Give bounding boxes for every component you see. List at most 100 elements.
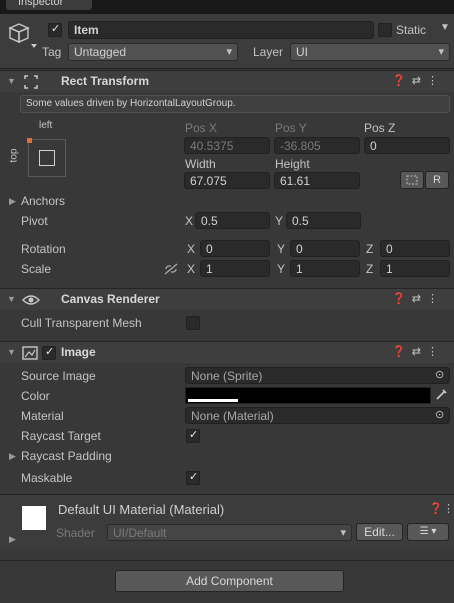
help-icon[interactable]: ❓	[429, 502, 443, 515]
rot-x-axis-label: X	[187, 242, 196, 256]
pivot-label: Pivot	[21, 214, 48, 228]
cull-transparent-mesh-label: Cull Transparent Mesh	[21, 316, 142, 330]
tag-label: Tag	[42, 45, 62, 59]
pos-z-input[interactable]: 0	[364, 137, 450, 154]
height-label: Height	[275, 157, 310, 171]
maskable-label: Maskable	[21, 471, 73, 485]
rect-transform-icon	[24, 75, 38, 89]
material-title: Default UI Material (Material)	[58, 502, 225, 517]
height-input[interactable]: 61.61	[274, 172, 360, 189]
divider	[0, 560, 454, 561]
pos-y-label: Pos Y	[275, 121, 307, 135]
layer-label: Layer	[253, 45, 284, 59]
layer-dropdown[interactable]: UI	[290, 43, 450, 61]
menu-icon[interactable]: ⋮	[443, 502, 454, 515]
pivot-y-input[interactable]: 0.5	[286, 212, 361, 229]
add-component-button[interactable]: Add Component	[115, 570, 344, 592]
rot-y-axis-label: Y	[277, 242, 286, 256]
anchor-preset-button[interactable]	[27, 138, 66, 177]
pos-z-label: Pos Z	[364, 121, 396, 135]
driven-notice: Some values driven by HorizontalLayoutGr…	[20, 95, 450, 113]
rotation-y-input[interactable]: 0	[290, 240, 360, 257]
material-section: ▶ Default UI Material (Material) ❓ ⋮ Sha…	[0, 495, 454, 549]
pivot-x-axis-label: X	[185, 214, 194, 228]
anchors-foldout-arrow-icon[interactable]: ▶	[9, 196, 16, 207]
rotation-z-input[interactable]: 0	[380, 240, 450, 257]
tab-label: Inspector	[18, 0, 64, 8]
scale-y-axis-label: Y	[277, 262, 286, 276]
scale-x-input[interactable]: 1	[200, 260, 270, 277]
pos-x-label: Pos X	[185, 121, 218, 135]
static-label: Static	[396, 23, 427, 37]
cull-transparent-mesh-checkbox[interactable]	[186, 316, 200, 330]
image-enabled-checkbox[interactable]	[42, 345, 56, 360]
component-menu-icons[interactable]: ❓⇄⋮	[392, 292, 444, 305]
window-tab-bar: Inspector	[0, 0, 454, 14]
width-label: Width	[185, 157, 216, 171]
width-input[interactable]: 67.075	[184, 172, 270, 189]
anchors-label[interactable]: Anchors	[21, 194, 65, 208]
raycast-target-label: Raycast Target	[21, 429, 101, 443]
pivot-x-input[interactable]: 0.5	[195, 212, 270, 229]
collapse-arrow-icon[interactable]: ▼	[7, 347, 16, 357]
rotation-label: Rotation	[21, 242, 66, 256]
pos-x-input[interactable]: 40.5375	[184, 137, 270, 154]
raycast-padding-label[interactable]: Raycast Padding	[21, 449, 112, 463]
component-menu-icons[interactable]: ❓⇄⋮	[392, 74, 444, 87]
blueprint-icon	[406, 175, 418, 185]
color-label: Color	[21, 389, 50, 403]
static-dropdown-icon[interactable]: ▼	[440, 22, 450, 33]
scale-label: Scale	[21, 262, 52, 276]
object-picker-icon[interactable]: ⊙	[435, 408, 444, 421]
pivot-y-axis-label: Y	[275, 214, 284, 228]
constrain-proportions-icon[interactable]	[164, 263, 178, 275]
raycast-target-checkbox[interactable]	[186, 428, 200, 443]
gameobject-cube-icon[interactable]	[8, 22, 38, 50]
scale-y-input[interactable]: 1	[290, 260, 360, 277]
material-foldout-arrow-icon[interactable]: ▶	[9, 534, 16, 545]
color-swatch-field[interactable]	[185, 387, 431, 404]
image-component-icon	[22, 346, 38, 360]
tag-dropdown[interactable]: Untagged	[68, 43, 238, 61]
maskable-checkbox[interactable]	[186, 470, 200, 485]
anchor-h-label: left	[39, 120, 53, 131]
rot-z-axis-label: Z	[366, 242, 374, 256]
active-checkbox[interactable]	[48, 22, 62, 37]
raycast-padding-foldout-arrow-icon[interactable]: ▶	[9, 451, 16, 462]
anchor-dot-icon	[27, 138, 32, 143]
rect-transform-header[interactable]: ▼ Rect Transform ❓⇄⋮	[0, 70, 454, 92]
scale-z-input[interactable]: 1	[380, 260, 450, 277]
blueprint-mode-button[interactable]	[400, 171, 424, 189]
material-field[interactable]: None (Material)	[185, 407, 450, 424]
shader-dropdown[interactable]: UI/Default	[107, 524, 352, 541]
component-menu-icons[interactable]: ❓⇄⋮	[392, 345, 444, 358]
source-image-label: Source Image	[21, 369, 96, 383]
source-image-field[interactable]: None (Sprite)	[185, 367, 450, 384]
rect-transform-title: Rect Transform	[61, 74, 150, 88]
image-title: Image	[61, 345, 96, 359]
object-picker-icon[interactable]: ⊙	[435, 368, 444, 381]
anchor-rect-icon	[39, 150, 55, 166]
anchor-v-label: top	[8, 148, 20, 163]
material-preview-thumbnail	[22, 506, 46, 530]
canvas-renderer-header[interactable]: ▼ Canvas Renderer ❓⇄⋮	[0, 288, 454, 310]
tab-inspector[interactable]: Inspector	[6, 0, 92, 10]
object-header: Item Static ▼ Tag Untagged Layer UI	[0, 14, 454, 69]
rotation-x-input[interactable]: 0	[200, 240, 270, 257]
edit-shader-button[interactable]: Edit...	[356, 523, 403, 541]
material-label: Material	[21, 409, 64, 423]
collapse-arrow-icon[interactable]: ▼	[7, 294, 16, 304]
scale-z-axis-label: Z	[366, 262, 374, 276]
shader-options-button[interactable]: ☰ ▾	[407, 523, 449, 541]
scale-x-axis-label: X	[187, 262, 196, 276]
collapse-arrow-icon[interactable]: ▼	[7, 76, 16, 86]
shader-label: Shader	[56, 526, 95, 540]
image-header[interactable]: ▼ Image ❓⇄⋮	[0, 341, 454, 363]
raw-edit-button[interactable]: R	[425, 171, 449, 189]
eyedropper-icon[interactable]	[434, 388, 448, 402]
pos-y-input[interactable]: -36.805	[274, 137, 360, 154]
eye-icon	[22, 295, 40, 305]
alpha-bar	[188, 399, 238, 402]
object-name-input[interactable]: Item	[68, 21, 374, 39]
static-checkbox[interactable]	[378, 23, 392, 37]
